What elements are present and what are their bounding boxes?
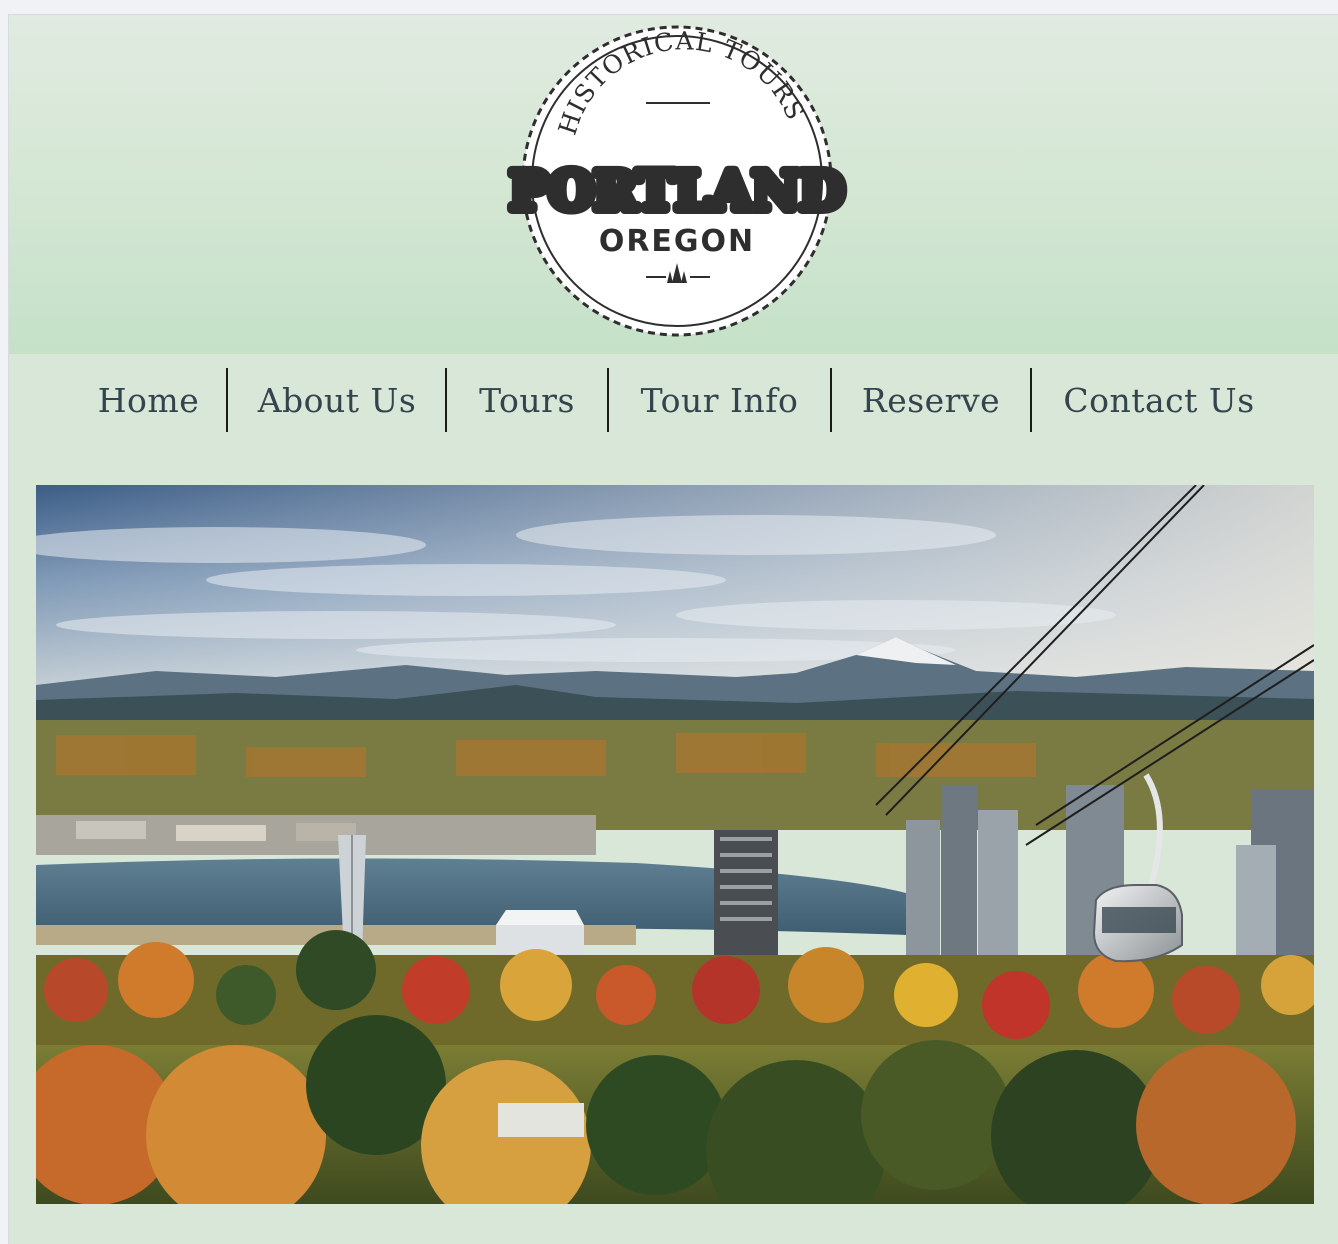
nav-about-us[interactable]: About Us	[228, 368, 446, 432]
nav-tours[interactable]: Tours	[447, 368, 607, 432]
page-frame: HISTORICAL TOURS PORTLAND PORTLAND OREGO…	[8, 14, 1338, 1244]
logo-sub-text: OREGON	[599, 224, 755, 259]
main-nav: Home About Us Tours Tour Info Reserve Co…	[9, 354, 1338, 464]
logo-main-text: PORTLAND	[510, 161, 845, 222]
site-logo[interactable]: HISTORICAL TOURS PORTLAND PORTLAND OREGO…	[504, 15, 849, 340]
site-header: HISTORICAL TOURS PORTLAND PORTLAND OREGO…	[9, 15, 1338, 354]
nav-reserve[interactable]: Reserve	[832, 368, 1030, 432]
nav-home[interactable]: Home	[71, 368, 226, 432]
nav-contact-us[interactable]: Contact Us	[1032, 368, 1286, 432]
hero-image	[36, 485, 1314, 1204]
nav-tour-info[interactable]: Tour Info	[609, 368, 830, 432]
